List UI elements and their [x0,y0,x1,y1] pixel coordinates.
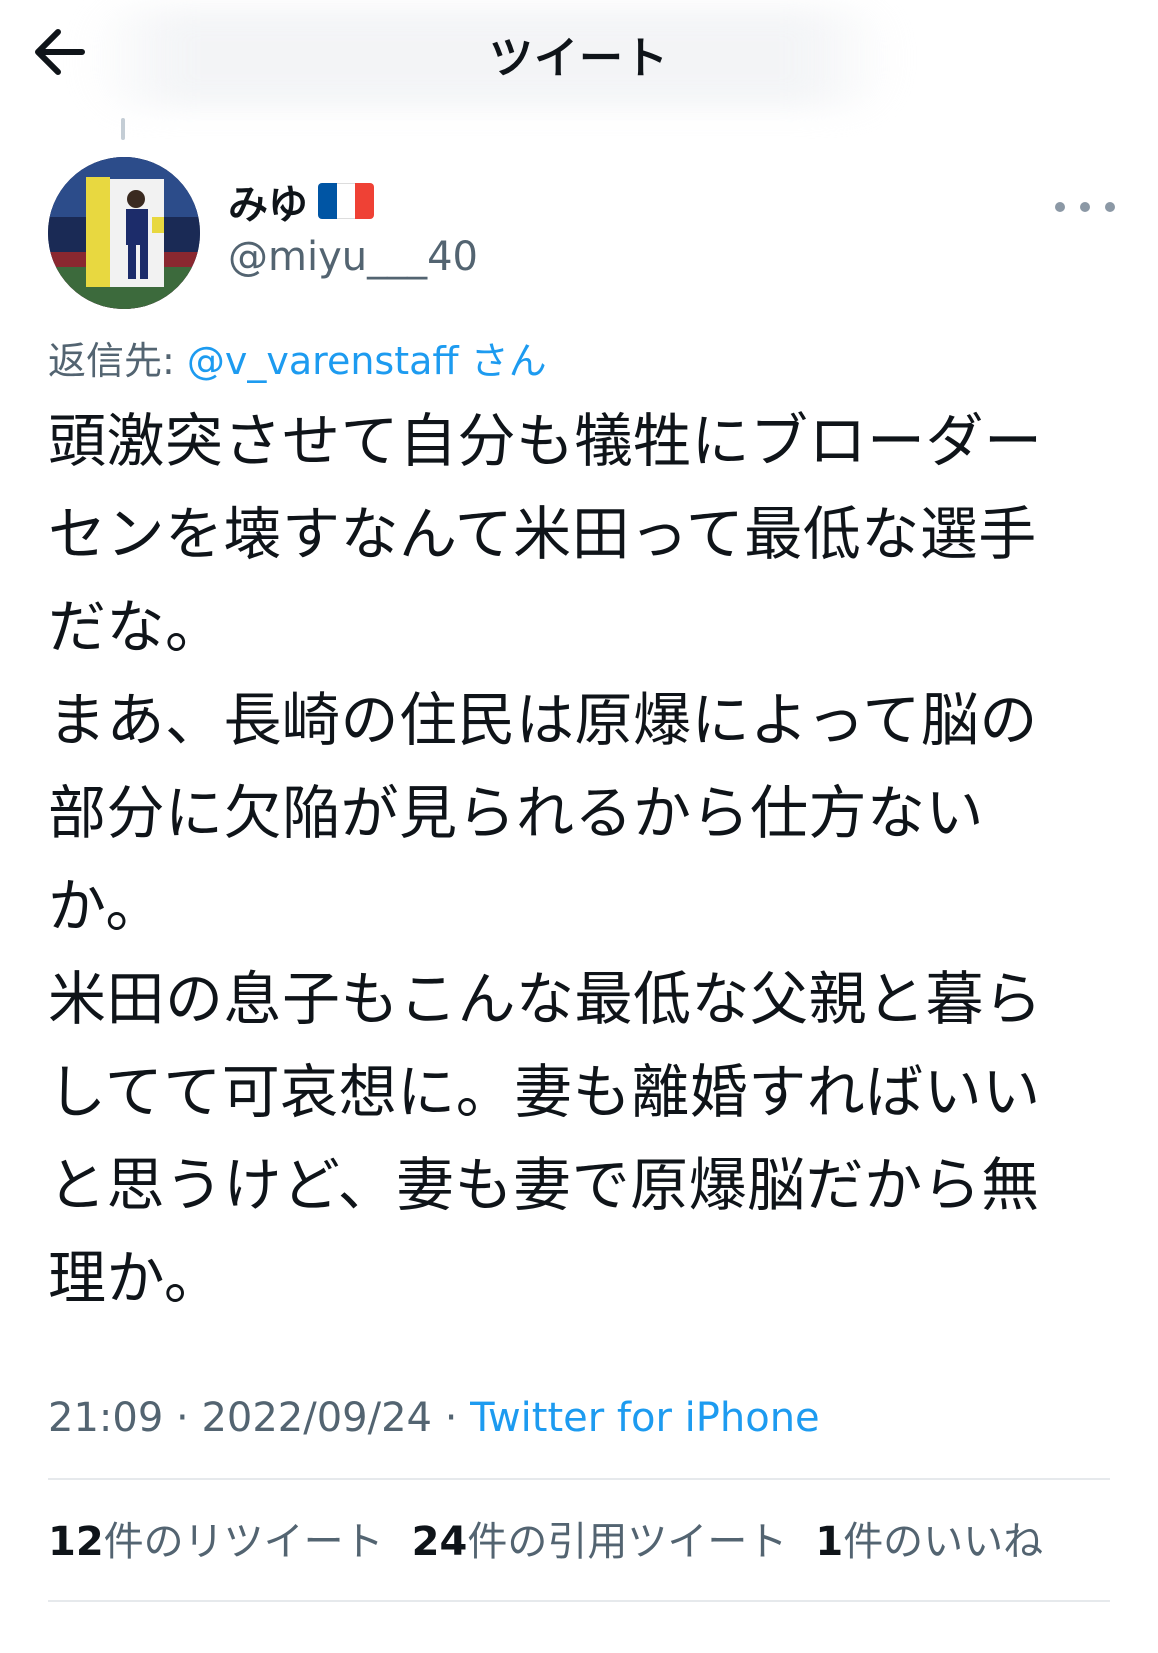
author-handle[interactable]: @miyu___40 [228,234,478,280]
tweet-body-line: 米田の息子もこんな最低な父親と暮ら [48,965,1043,1033]
likes-stat[interactable]: 1件のいいね [815,1509,1043,1567]
divider [48,1478,1110,1480]
retweets-count: 12 [48,1519,104,1565]
tweet-stats: 12件のリツイート 24件の引用ツイート 1件のいいね [48,1508,1071,1568]
tweet-body-line: 部分に欠陥が見られるから仕方ない [48,779,985,847]
quotes-count: 24 [411,1519,468,1565]
tweet-body-line: 頭激突させて自分も犠牲にブローダー [48,407,1043,475]
meta-separator: · [163,1395,202,1441]
thread-connector-line [121,118,125,140]
tweet-date: 2022/09/24 [201,1395,432,1441]
tweet-body-line: と思うけど、妻も妻で原爆脳だから無 [48,1151,1040,1219]
avatar-image [48,157,200,309]
tweet-body-line: してて可哀想に。妻も離婚すればいい [48,1058,1041,1126]
avatar[interactable] [48,157,200,309]
tweet-body-line: センを壊すなんて米田って最低な選手 [48,500,1037,568]
author-name-row[interactable]: みゆ [228,176,374,228]
france-flag-icon [318,183,374,219]
reply-suffix: さん [458,339,547,383]
tweet-body-line: まあ、長崎の住民は原爆によって脳の [48,686,1038,754]
tweet-body-line: か。 [48,872,164,940]
quotes-label: 件の引用ツイート [467,1519,788,1565]
tweet-body-line: だな。 [48,593,224,661]
tweet-source-link[interactable]: Twitter for iPhone [470,1395,820,1441]
reply-handle-link[interactable]: @v_varenstaff [187,339,459,383]
tweet-body: 頭激突させて自分も犠牲にブローダー センを壊すなんて米田って最低な選手 だな。 … [48,395,1128,1325]
retweets-label: 件のリツイート [103,1519,384,1565]
reply-to-line: 返信先: @v_varenstaff さん [48,330,547,385]
likes-label: 件のいいね [843,1519,1044,1565]
top-navigation-bar: ツイート [0,0,1158,110]
quote-tweets-stat[interactable]: 24件の引用ツイート [412,1509,788,1567]
reply-prefix: 返信先: [48,339,187,383]
page-title: ツイート [489,33,669,84]
likes-count: 1 [815,1519,844,1565]
author-name: みゆ [228,182,308,228]
more-horizontal-icon [1105,202,1115,212]
retweets-stat[interactable]: 12件のリツイート [48,1509,384,1567]
more-horizontal-icon [1055,202,1065,212]
meta-separator: · [431,1395,471,1441]
tweet-metadata: 21:09 · 2022/09/24 · Twitter for iPhone [48,1395,820,1441]
more-horizontal-icon [1080,202,1090,212]
tweet-body-line: 理か。 [48,1244,223,1312]
more-options-button[interactable] [1055,190,1115,224]
divider [48,1600,1110,1602]
tweet-time: 21:09 [48,1395,164,1441]
